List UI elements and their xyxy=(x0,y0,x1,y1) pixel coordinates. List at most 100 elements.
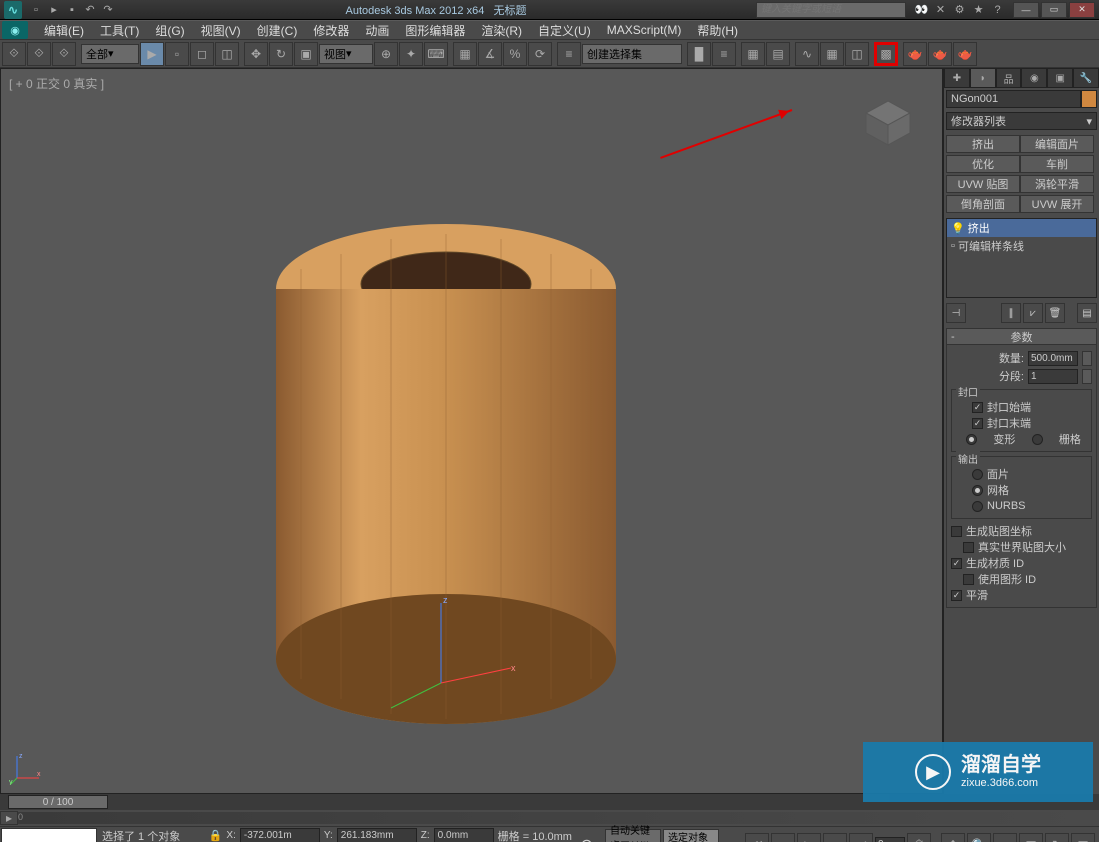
help-icon[interactable]: ? xyxy=(990,2,1005,17)
nav-zoom-icon[interactable]: 🔍 xyxy=(967,833,991,842)
render-frame-icon[interactable]: 🫖 xyxy=(928,42,952,66)
named-sel-combo[interactable]: 创建选择集 xyxy=(582,44,682,64)
star-icon[interactable]: ★ xyxy=(971,2,986,17)
menu-views[interactable]: 视图(V) xyxy=(193,20,249,41)
time-config-icon[interactable]: ⏱ xyxy=(907,833,931,842)
menu-tools[interactable]: 工具(T) xyxy=(92,20,147,41)
maxscript-mini-listener[interactable] xyxy=(1,828,97,842)
undo-icon[interactable]: ↶ xyxy=(82,2,98,18)
next-frame-icon[interactable]: ▸ xyxy=(823,833,847,842)
configure-sets-icon[interactable]: ▤ xyxy=(1077,303,1097,323)
percent-snap-icon[interactable]: % xyxy=(503,42,527,66)
trackbar-toggle-icon[interactable]: ▸ xyxy=(0,811,18,825)
link-icon[interactable]: ⟐ xyxy=(2,42,26,66)
pivot-icon[interactable]: ⊕ xyxy=(374,42,398,66)
align-icon[interactable]: ≡ xyxy=(712,42,736,66)
remove-mod-icon[interactable]: 🗑 xyxy=(1045,303,1065,323)
menu-animation[interactable]: 动画 xyxy=(357,20,397,41)
unlink-icon[interactable]: ⟐ xyxy=(27,42,51,66)
play-icon[interactable]: ▶ xyxy=(797,833,821,842)
transform-gizmo-icon[interactable]: z x xyxy=(381,593,521,713)
window-crossing-icon[interactable]: ◫ xyxy=(215,42,239,66)
cap-end-checkbox[interactable]: ✓ xyxy=(972,418,983,429)
gen-mat-checkbox[interactable]: ✓ xyxy=(951,558,962,569)
smooth-checkbox[interactable]: ✓ xyxy=(951,590,962,601)
menu-help[interactable]: 帮助(H) xyxy=(689,20,746,41)
select-name-icon[interactable]: ▫ xyxy=(165,42,189,66)
gen-uv-checkbox[interactable] xyxy=(951,526,962,537)
layer-manager-icon[interactable]: ▤ xyxy=(766,42,790,66)
amount-spinner[interactable]: 500.0mm xyxy=(1028,351,1078,366)
rotate-icon[interactable]: ↻ xyxy=(269,42,293,66)
refsys-combo[interactable]: 视图 ▾ xyxy=(319,44,373,64)
nav-zoomext-icon[interactable]: ◫ xyxy=(1019,833,1043,842)
grid-radio[interactable] xyxy=(1032,434,1043,445)
bind-icon[interactable]: ⟐ xyxy=(52,42,76,66)
keymode-icon[interactable]: ⌨ xyxy=(424,42,448,66)
render-icon[interactable]: 🫖 xyxy=(953,42,977,66)
curve-editor-icon[interactable]: ∿ xyxy=(795,42,819,66)
schematic-icon[interactable]: ◫ xyxy=(845,42,869,66)
rollup-header[interactable]: 参数 xyxy=(947,329,1096,345)
manip-icon[interactable]: ✦ xyxy=(399,42,423,66)
nav-pan-icon[interactable]: ✥ xyxy=(941,833,965,842)
scale-icon[interactable]: ▣ xyxy=(294,42,318,66)
menu-maxscript[interactable]: MAXScript(M) xyxy=(599,21,690,39)
minimize-button[interactable]: — xyxy=(1013,2,1039,18)
maximize-button[interactable]: ▭ xyxy=(1041,2,1067,18)
nurbs-radio[interactable] xyxy=(972,501,983,512)
show-end-icon[interactable]: ∥ xyxy=(1001,303,1021,323)
new-icon[interactable]: ▫ xyxy=(28,2,44,18)
nav-maximize-icon[interactable]: ▣ xyxy=(1071,833,1095,842)
pin-stack-icon[interactable]: ⊣ xyxy=(946,303,966,323)
save-icon[interactable]: ▪ xyxy=(64,2,80,18)
goto-start-icon[interactable]: ⏮ xyxy=(745,833,769,842)
selection-filter-combo[interactable]: 全部 ▾ xyxy=(81,44,139,64)
tool2-icon[interactable]: ⚙ xyxy=(952,2,967,17)
tab-utilities[interactable]: 🔧 xyxy=(1073,68,1099,88)
mod-btn-turbosmooth[interactable]: 涡轮平滑 xyxy=(1020,175,1094,193)
menu-modifiers[interactable]: 修改器 xyxy=(305,20,357,41)
app-menu-icon[interactable]: ◉ xyxy=(2,21,28,39)
tab-hierarchy[interactable]: 品 xyxy=(996,68,1022,88)
time-slider-handle[interactable]: 0 / 100 xyxy=(8,795,108,809)
nav-fov-icon[interactable]: ▱ xyxy=(993,833,1017,842)
mod-btn-unwrap[interactable]: UVW 展开 xyxy=(1020,195,1094,213)
menu-rendering[interactable]: 渲染(R) xyxy=(473,20,530,41)
amount-stepper[interactable] xyxy=(1082,351,1092,366)
viewcube-icon[interactable] xyxy=(858,93,918,153)
object-color-swatch[interactable] xyxy=(1081,90,1097,108)
spinner-snap-icon[interactable]: ⟳ xyxy=(528,42,552,66)
modifier-list-combo[interactable]: 修改器列表▾ xyxy=(946,112,1097,130)
tab-create[interactable]: ✚ xyxy=(944,68,970,88)
mod-btn-bevelprofile[interactable]: 倒角剖面 xyxy=(946,195,1020,213)
stack-item-spline[interactable]: ▫ 可编辑样条线 xyxy=(947,237,1096,255)
dope-sheet-icon[interactable]: ▦ xyxy=(820,42,844,66)
patch-radio[interactable] xyxy=(972,469,983,480)
cap-start-checkbox[interactable]: ✓ xyxy=(972,402,983,413)
object-name-field[interactable]: NGon001 xyxy=(946,90,1081,108)
mod-btn-optimize[interactable]: 优化 xyxy=(946,155,1020,173)
lock-icon[interactable]: 🔒 xyxy=(209,829,223,842)
track-bar[interactable]: ▸ 0 xyxy=(0,810,1099,826)
render-setup-icon[interactable]: 🫖 xyxy=(903,42,927,66)
mod-btn-uvwmap[interactable]: UVW 贴图 xyxy=(946,175,1020,193)
z-coord[interactable]: 0.0mm xyxy=(434,828,494,842)
tab-display[interactable]: ▣ xyxy=(1047,68,1073,88)
select-icon[interactable]: ▶ xyxy=(140,42,164,66)
redo-icon[interactable]: ↷ xyxy=(100,2,116,18)
menu-grapheditors[interactable]: 图形编辑器 xyxy=(397,20,473,41)
layers-icon[interactable]: ▦ xyxy=(741,42,765,66)
menu-group[interactable]: 组(G) xyxy=(147,20,192,41)
unique-icon[interactable]: ⩗ xyxy=(1023,303,1043,323)
close-button[interactable]: ✕ xyxy=(1069,2,1095,18)
help-search-input[interactable] xyxy=(756,2,906,18)
angle-snap-icon[interactable]: ∡ xyxy=(478,42,502,66)
use-shape-checkbox[interactable] xyxy=(963,574,974,585)
select-rect-icon[interactable]: ◻ xyxy=(190,42,214,66)
segments-stepper[interactable] xyxy=(1082,369,1092,384)
mod-btn-lathe[interactable]: 车削 xyxy=(1020,155,1094,173)
menu-customize[interactable]: 自定义(U) xyxy=(530,20,599,41)
open-icon[interactable]: ▸ xyxy=(46,2,62,18)
menu-edit[interactable]: 编辑(E) xyxy=(36,20,92,41)
